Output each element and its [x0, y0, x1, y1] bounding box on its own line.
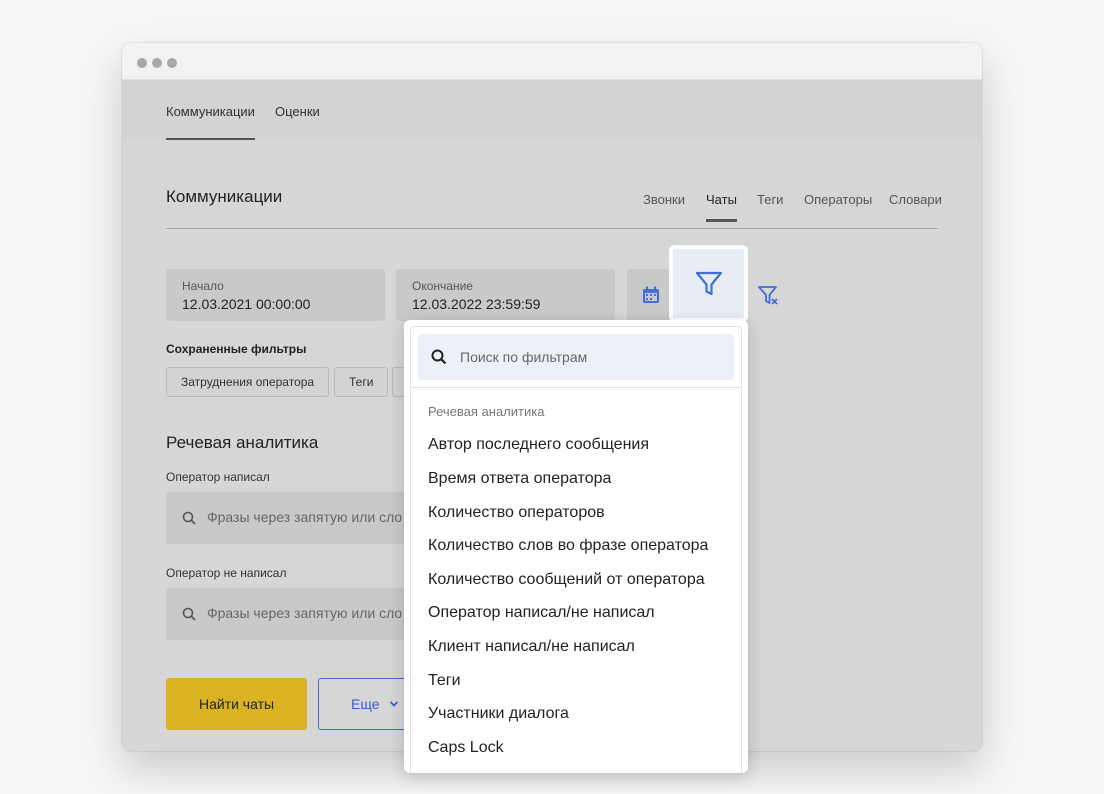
window-titlebar: [122, 43, 982, 80]
filter-option[interactable]: Оператор написал/не написал: [428, 604, 655, 622]
tab-chats[interactable]: Чаты: [706, 192, 737, 222]
tab-ratings[interactable]: Оценки: [275, 104, 320, 119]
search-icon: [182, 511, 196, 525]
calendar-button[interactable]: [627, 269, 675, 321]
filter-search-input[interactable]: Поиск по фильтрам: [418, 334, 734, 380]
page-title: Коммуникации: [166, 187, 283, 206]
operator-not-wrote-label: Оператор не написал: [166, 566, 287, 580]
filter-option[interactable]: Количество сообщений от оператора: [428, 571, 705, 589]
top-navigation: Коммуникации Оценки: [122, 80, 982, 140]
tab-calls[interactable]: Звонки: [643, 192, 685, 207]
chevron-down-icon: [389, 701, 398, 707]
window-minimize-dot[interactable]: [152, 58, 162, 68]
window-maximize-dot[interactable]: [167, 58, 177, 68]
saved-filter-chip[interactable]: Теги: [334, 367, 389, 397]
header-divider: [166, 228, 938, 229]
clear-filter-button[interactable]: [757, 284, 781, 308]
saved-filters-title: Сохраненные фильтры: [166, 342, 307, 356]
filter-option[interactable]: Клиент написал/не написал: [428, 638, 635, 656]
filter-group-title: Речевая аналитика: [428, 404, 545, 419]
filter-option[interactable]: Caps Lock: [428, 739, 504, 757]
start-date-value: 12.03.2021 00:00:00: [182, 296, 311, 312]
tab-dictionaries[interactable]: Словари: [889, 192, 942, 207]
tab-operators[interactable]: Операторы: [804, 192, 872, 207]
operator-wrote-label: Оператор написал: [166, 470, 270, 484]
search-icon: [431, 349, 447, 365]
tab-tags[interactable]: Теги: [757, 192, 783, 207]
tab-communications[interactable]: Коммуникации: [166, 104, 255, 140]
window-close-dot[interactable]: [137, 58, 147, 68]
operator-wrote-input[interactable]: Фразы через запятую или сло: [166, 492, 426, 544]
find-chats-button[interactable]: Найти чаты: [166, 678, 307, 730]
start-date-field[interactable]: Начало 12.03.2021 00:00:00: [166, 269, 385, 321]
filter-search-placeholder: Поиск по фильтрам: [460, 349, 588, 365]
end-date-field[interactable]: Окончание 12.03.2022 23:59:59: [396, 269, 615, 321]
filter-icon: [695, 271, 722, 295]
filter-option[interactable]: Теги: [428, 672, 461, 690]
filter-dropdown: Поиск по фильтрам Речевая аналитика Авто…: [404, 320, 748, 773]
start-date-label: Начало: [182, 279, 224, 293]
more-button-label: Еще: [351, 696, 380, 712]
operator-not-wrote-input[interactable]: Фразы через запятую или сло: [166, 588, 426, 640]
operator-wrote-placeholder: Фразы через запятую или сло: [207, 509, 403, 525]
end-date-label: Окончание: [412, 279, 473, 293]
filter-option[interactable]: Количество слов во фразе оператора: [428, 537, 708, 555]
filter-option[interactable]: Время ответа оператора: [428, 470, 611, 488]
dropdown-divider: [410, 387, 742, 388]
saved-filter-chip[interactable]: Затруднения оператора: [166, 367, 330, 397]
filter-button[interactable]: [669, 245, 748, 322]
search-icon: [182, 607, 196, 621]
filter-option[interactable]: Автор последнего сообщения: [428, 436, 649, 454]
filter-option[interactable]: Количество операторов: [428, 504, 605, 522]
clear-filter-icon: [758, 286, 778, 305]
operator-not-wrote-placeholder: Фразы через запятую или сло: [207, 605, 403, 621]
filter-option[interactable]: Участники диалога: [428, 705, 569, 723]
end-date-value: 12.03.2022 23:59:59: [412, 296, 541, 312]
calendar-icon: [643, 286, 659, 303]
speech-analytics-title: Речевая аналитика: [166, 433, 319, 452]
